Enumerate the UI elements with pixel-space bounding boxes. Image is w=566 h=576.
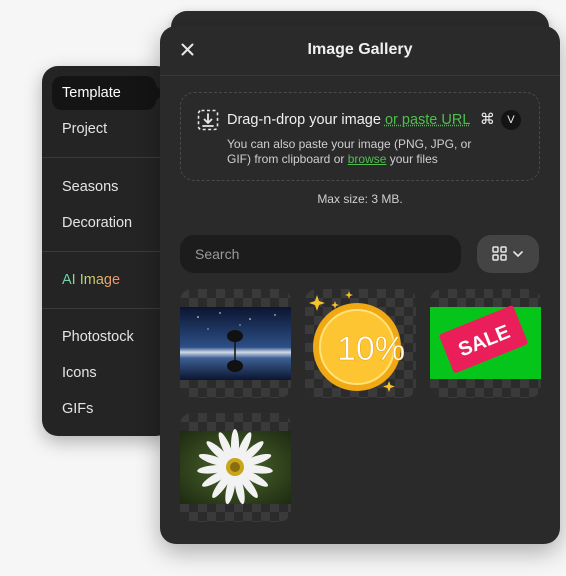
- menu-item-template[interactable]: Template: [52, 76, 164, 110]
- image-dropzone[interactable]: Drag-n-drop your image or paste URL ⌘ V Y…: [180, 92, 540, 181]
- dropzone-subtext: You can also paste your image (PNG, JPG,…: [227, 137, 477, 167]
- view-toggle-button[interactable]: [477, 235, 539, 273]
- upload-icon: [197, 109, 219, 131]
- menu-item-seasons[interactable]: Seasons: [52, 170, 156, 204]
- chevron-down-icon: [513, 251, 523, 257]
- gallery-title: Image Gallery: [307, 41, 413, 58]
- browse-link[interactable]: browse: [348, 152, 387, 166]
- category-menu: Template Project Seasons Decoration AI I…: [42, 66, 172, 436]
- gallery-thumbnail-night-tree[interactable]: [180, 289, 291, 398]
- menu-item-gifs[interactable]: GIFs: [52, 392, 156, 426]
- ai-image-label: AI Image: [62, 272, 121, 288]
- menu-divider: [42, 308, 172, 309]
- menu-item-project[interactable]: Project: [52, 112, 156, 146]
- v-key-badge: V: [500, 110, 521, 130]
- coin-badge-text: 10%: [337, 330, 405, 368]
- menu-item-ai-image[interactable]: AI Image: [52, 263, 156, 297]
- dropzone-subtext-end: your files: [389, 152, 438, 166]
- menu-item-photostock[interactable]: Photostock: [52, 320, 156, 354]
- search-input[interactable]: [180, 235, 461, 273]
- dropzone-instruction: Drag-n-drop your image: [227, 112, 381, 128]
- night-tree-image: [180, 307, 291, 380]
- menu-item-decoration[interactable]: Decoration: [52, 206, 156, 240]
- dropzone-main-text: Drag-n-drop your image or paste URL ⌘ V: [227, 110, 521, 130]
- menu-item-icons[interactable]: Icons: [52, 356, 156, 390]
- gallery-thumbnail-discount-coin[interactable]: 10%: [305, 289, 416, 398]
- sale-tag-image: SALE: [430, 305, 541, 379]
- daisy-image: [180, 429, 291, 505]
- gallery-thumbnail-daisy[interactable]: [180, 413, 291, 522]
- gallery-thumbnail-sale[interactable]: SALE: [430, 289, 541, 398]
- menu-divider: [42, 157, 172, 158]
- app-stage: Template Project Seasons Decoration AI I…: [0, 0, 566, 576]
- command-key-icon: ⌘: [479, 111, 495, 128]
- paste-url-link[interactable]: or paste URL: [385, 112, 470, 128]
- image-gallery-panel: Image Gallery Drag-n-drop your image or …: [160, 26, 560, 544]
- max-size-note: Max size: 3 MB.: [317, 192, 403, 206]
- menu-divider: [42, 251, 172, 252]
- gallery-header: Image Gallery: [160, 26, 560, 76]
- gold-coin-image: 10%: [309, 291, 405, 392]
